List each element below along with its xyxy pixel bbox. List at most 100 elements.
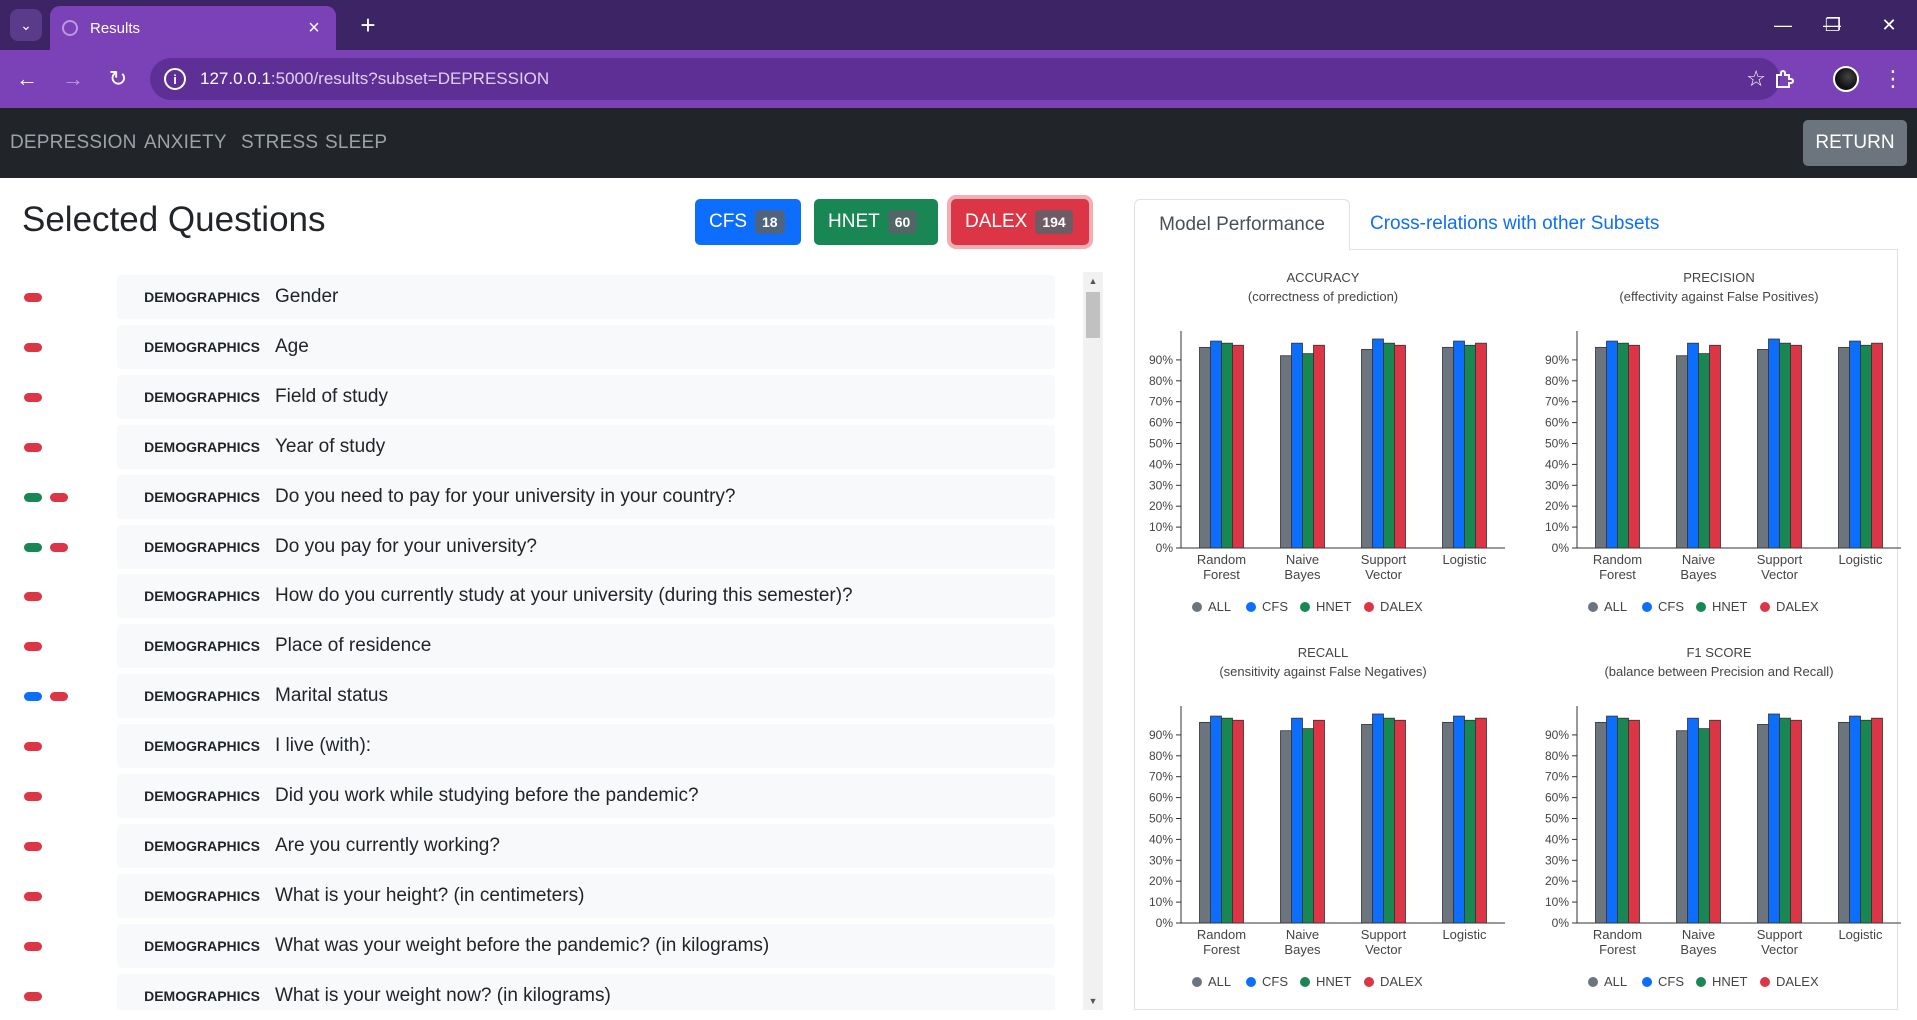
filter-hnet-button[interactable]: HNET 60 [814,199,938,245]
bar-cfs[interactable] [1453,715,1465,924]
nav-link-sleep[interactable]: SLEEP [325,132,387,154]
bar-cfs[interactable] [1291,342,1303,549]
bar-hnet[interactable] [1779,717,1791,924]
nav-link-stress[interactable]: STRESS [241,132,318,154]
scroll-down-icon[interactable]: ▼ [1083,992,1103,1010]
browser-tab-results[interactable]: Results × [50,6,336,50]
question-row[interactable]: DEMOGRAPHICS Field of study [0,372,1060,422]
bar-cfs[interactable] [1453,340,1465,549]
bar-cfs[interactable] [1372,338,1384,549]
question-row[interactable]: DEMOGRAPHICS Do you pay for your universi… [0,522,1060,572]
bar-cfs[interactable] [1849,715,1861,924]
bar-hnet[interactable] [1221,342,1233,549]
bar-dalex[interactable] [1232,344,1244,549]
close-icon[interactable]: × [304,17,324,40]
bar-all[interactable] [1838,721,1850,924]
restore-window-button[interactable]: ❐ [1813,8,1853,42]
bar-dalex[interactable] [1709,719,1721,924]
bar-cfs[interactable] [1210,340,1222,549]
new-tab-button[interactable]: + [352,9,384,41]
bar-all[interactable] [1199,346,1211,549]
bar-dalex[interactable] [1394,344,1406,549]
bar-all[interactable] [1199,721,1211,924]
bar-hnet[interactable] [1860,719,1872,924]
question-item[interactable]: DEMOGRAPHICS Age [117,324,1055,369]
filter-dalex-button[interactable]: DALEX 194 [951,199,1089,245]
bar-all[interactable] [1757,724,1769,924]
nav-link-depression[interactable]: DEPRESSION [10,132,137,154]
question-row[interactable]: DEMOGRAPHICS Are you currently working? [0,821,1060,871]
bar-hnet[interactable] [1302,353,1314,549]
bar-all[interactable] [1595,721,1607,924]
nav-link-anxiety[interactable]: ANXIETY [144,132,227,154]
bar-cfs[interactable] [1768,713,1780,924]
bar-hnet[interactable] [1383,342,1395,549]
bar-dalex[interactable] [1628,344,1640,549]
question-item[interactable]: DEMOGRAPHICS Do you need to pay for your … [117,474,1055,519]
question-row[interactable]: DEMOGRAPHICS What was your weight before … [0,921,1060,971]
bar-all[interactable] [1595,346,1607,549]
question-item[interactable]: DEMOGRAPHICS Field of study [117,374,1055,419]
bar-all[interactable] [1676,355,1688,549]
bar-cfs[interactable] [1372,713,1384,924]
question-item[interactable]: DEMOGRAPHICS How do you currently study a… [117,574,1055,619]
question-item[interactable]: DEMOGRAPHICS Are you currently working? [117,823,1055,868]
browser-menu-button[interactable]: ⋮ [1878,61,1908,97]
bar-all[interactable] [1361,724,1373,924]
question-item[interactable]: DEMOGRAPHICS What was your weight before … [117,923,1055,968]
extensions-icon[interactable] [1766,61,1802,97]
bar-hnet[interactable] [1860,344,1872,549]
bar-all[interactable] [1280,730,1292,924]
question-row[interactable]: DEMOGRAPHICS I live (with): [0,721,1060,771]
close-window-button[interactable]: ✕ [1869,8,1909,42]
question-item[interactable]: DEMOGRAPHICS What is your weight now? (in… [117,973,1055,1010]
question-item[interactable]: DEMOGRAPHICS What is your height? (in cen… [117,873,1055,918]
bar-hnet[interactable] [1383,717,1395,924]
back-button[interactable]: ← [9,61,45,97]
bar-hnet[interactable] [1617,342,1629,549]
question-row[interactable]: DEMOGRAPHICS Place of residence [0,621,1060,671]
bar-hnet[interactable] [1221,717,1233,924]
bar-dalex[interactable] [1313,719,1325,924]
bar-cfs[interactable] [1687,342,1699,549]
question-row[interactable]: DEMOGRAPHICS Age [0,322,1060,372]
bar-hnet[interactable] [1464,344,1476,549]
bar-cfs[interactable] [1687,717,1699,924]
bar-dalex[interactable] [1790,719,1802,924]
bar-dalex[interactable] [1313,344,1325,549]
scrollbar-thumb[interactable] [1086,292,1100,338]
questions-scrollbar[interactable]: ▲ ▼ [1083,272,1103,1010]
star-icon[interactable]: ☆ [1746,66,1766,92]
bar-hnet[interactable] [1464,719,1476,924]
tab-search-button[interactable]: ⌄ [10,9,42,41]
scroll-up-icon[interactable]: ▲ [1083,272,1103,290]
bar-all[interactable] [1442,346,1454,549]
question-row[interactable]: DEMOGRAPHICS Year of study [0,422,1060,472]
bar-all[interactable] [1676,730,1688,924]
question-item[interactable]: DEMOGRAPHICS Year of study [117,424,1055,469]
bar-all[interactable] [1361,349,1373,549]
bar-dalex[interactable] [1871,342,1883,549]
tab-cross-relations[interactable]: Cross-relations with other Subsets [1370,213,1659,235]
bar-dalex[interactable] [1475,342,1487,549]
bar-dalex[interactable] [1790,344,1802,549]
bar-dalex[interactable] [1871,717,1883,924]
bar-cfs[interactable] [1291,717,1303,924]
tab-model-performance[interactable]: Model Performance [1134,199,1350,251]
bar-dalex[interactable] [1628,719,1640,924]
bar-all[interactable] [1442,721,1454,924]
bar-hnet[interactable] [1698,353,1710,549]
question-item[interactable]: DEMOGRAPHICS Did you work while studying … [117,774,1055,818]
bar-hnet[interactable] [1302,728,1314,924]
bar-dalex[interactable] [1709,344,1721,549]
bar-cfs[interactable] [1849,340,1861,549]
bar-hnet[interactable] [1779,342,1791,549]
question-item[interactable]: DEMOGRAPHICS Marital status [117,674,1055,719]
minimize-window-button[interactable]: — [1763,8,1803,42]
question-item[interactable]: DEMOGRAPHICS Gender [117,275,1055,319]
bar-hnet[interactable] [1617,717,1629,924]
bar-all[interactable] [1757,349,1769,549]
bar-cfs[interactable] [1606,715,1618,924]
reload-button[interactable]: ↻ [100,61,136,97]
return-button[interactable]: RETURN [1803,120,1907,166]
